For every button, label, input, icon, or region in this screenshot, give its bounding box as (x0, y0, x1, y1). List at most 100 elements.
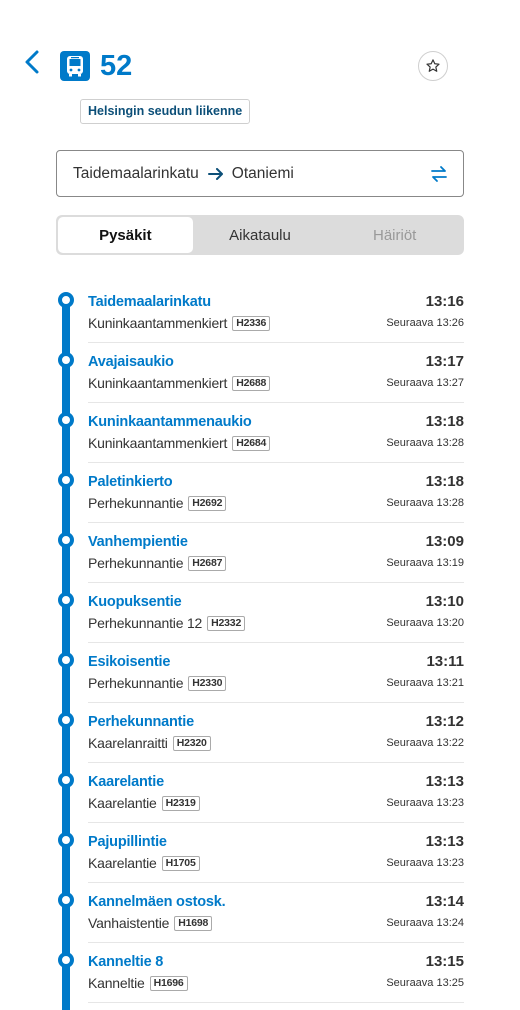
divider (88, 942, 464, 943)
favourite-button[interactable] (418, 51, 448, 81)
divider (88, 462, 464, 463)
stop-marker (58, 352, 74, 368)
stop-address: Kaarelantie (88, 795, 157, 811)
stop-code-badge: H2319 (161, 795, 200, 811)
stop-address: Kaarelantie (88, 855, 157, 871)
departure-time: 13:14 (425, 893, 464, 910)
divider (88, 882, 464, 883)
stop-marker (58, 412, 74, 428)
stop-address-row: Kuninkaantammenkiert H2688 (88, 375, 271, 391)
divider (88, 402, 464, 403)
stop-name[interactable]: Pajupillintie (88, 834, 167, 850)
route-number: 52 (100, 50, 133, 82)
stop-name[interactable]: Esikoisentie (88, 654, 170, 670)
next-departure: Seuraava 13:21 (386, 677, 464, 689)
stop-row[interactable]: Taidemaalarinkatu Kuninkaantammenkiert H23… (0, 290, 520, 350)
tab-disruptions: Häiriöt (373, 226, 417, 244)
next-departure: Seuraava 13:28 (386, 497, 464, 509)
next-departure: Seuraava 13:28 (386, 437, 464, 449)
agency-link[interactable]: Helsingin seudun liikenne (80, 99, 251, 124)
departure-time: 13:11 (426, 653, 464, 670)
stop-address-row: Kanneltie H1696 (88, 975, 188, 991)
star-icon (426, 59, 440, 72)
stop-marker (58, 772, 74, 788)
stop-address-row: Kuninkaantammenkiert H2684 (88, 435, 271, 451)
route-pattern-select[interactable]: Taidemaalarinkatu Otaniemi (56, 150, 464, 197)
stop-marker (58, 472, 74, 488)
departure-time: 13:12 (425, 713, 464, 730)
stop-address: Kuninkaantammenkiert (88, 435, 228, 451)
stop-name[interactable]: Kaarelantie (88, 774, 164, 790)
stop-row[interactable]: Kannelmäen ostosk. Vanhaistentie H1698 13:1… (0, 890, 520, 950)
departure-time: 13:17 (425, 353, 464, 370)
tab-timetable[interactable]: Aikataulu (193, 217, 328, 253)
divider (88, 582, 464, 583)
stop-row[interactable]: Avajaisaukio Kuninkaantammenkiert H2688 13:… (0, 350, 520, 410)
stop-name[interactable]: Kannelmäen ostosk. (88, 894, 226, 910)
stop-code-badge: H2330 (188, 675, 227, 691)
stop-marker (58, 832, 74, 848)
tab-bar: Pysäkit Aikataulu Häiriöt (56, 215, 464, 255)
arrow-right-icon (207, 167, 224, 180)
stop-address: Kuninkaantammenkiert (88, 375, 228, 391)
next-departure: Seuraava 13:23 (386, 857, 464, 869)
divider (88, 702, 464, 703)
stop-marker (58, 952, 74, 968)
stop-row[interactable]: Kanneltie 8 Kanneltie H1696 13:15 Seuraava 1… (0, 950, 520, 1010)
stop-code-badge: H1698 (174, 915, 213, 931)
bus-icon (60, 51, 90, 81)
stop-row[interactable]: Kuninkaantammenaukio Kuninkaantammenkiert… (0, 410, 520, 470)
stop-code-badge: H1696 (149, 975, 188, 991)
next-departure: Seuraava 13:23 (386, 797, 464, 809)
stop-address: Kuninkaantammenkiert (88, 315, 228, 331)
stop-address-row: Vanhaistentie H1698 (88, 915, 213, 931)
next-departure: Seuraava 13:27 (386, 377, 464, 389)
stop-address-row: Perhekunnantie 12 H2332 (88, 615, 246, 631)
tab-stops[interactable]: Pysäkit (58, 217, 193, 253)
back-button[interactable] (20, 48, 46, 78)
stop-name[interactable]: Taidemaalarinkatu (88, 294, 211, 310)
next-departure: Seuraava 13:25 (386, 977, 464, 989)
stop-address-row: Perhekunnantie H2687 (88, 555, 227, 571)
stop-address: Perhekunnantie (88, 555, 184, 571)
stop-name[interactable]: Kuninkaantammenaukio (88, 414, 252, 430)
stop-marker (58, 592, 74, 608)
stop-name[interactable]: Paletinkierto (88, 474, 173, 490)
next-departure: Seuraava 13:22 (386, 737, 464, 749)
stop-code-badge: H2336 (232, 315, 271, 331)
stop-address-row: Kaarelantie H1705 (88, 855, 200, 871)
stop-code-badge: H2687 (188, 555, 227, 571)
stop-address: Perhekunnantie 12 (88, 615, 203, 631)
stop-row[interactable]: Pajupillintie Kaarelantie H1705 13:13 Seuraa… (0, 830, 520, 890)
swap-icon[interactable] (429, 164, 449, 184)
stop-marker (58, 892, 74, 908)
stop-address-row: Kaarelantie H2319 (88, 795, 200, 811)
departure-time: 13:16 (425, 293, 464, 310)
stop-row[interactable]: Paletinkierto Perhekunnantie H2692 13:18 Seu… (0, 470, 520, 530)
stop-address-row: Perhekunnantie H2330 (88, 675, 227, 691)
stop-code-badge: H2332 (207, 615, 246, 631)
stop-address: Perhekunnantie (88, 675, 184, 691)
stop-name[interactable]: Avajaisaukio (88, 354, 174, 370)
stop-row[interactable]: Kuopuksentie Perhekunnantie 12 H2332 13:10 S… (0, 590, 520, 650)
stop-name[interactable]: Kuopuksentie (88, 594, 182, 610)
next-departure: Seuraava 13:24 (386, 917, 464, 929)
stop-row[interactable]: Esikoisentie Perhekunnantie H2330 13:11 Seur… (0, 650, 520, 710)
stop-code-badge: H2692 (188, 495, 227, 511)
stop-row[interactable]: Vanhempientie Perhekunnantie H2687 13:09 Seu… (0, 530, 520, 590)
departure-time: 13:10 (425, 593, 464, 610)
stop-name[interactable]: Kanneltie 8 (88, 954, 163, 970)
chevron-left-icon (25, 50, 39, 74)
divider (88, 342, 464, 343)
next-departure: Seuraava 13:19 (386, 557, 464, 569)
stop-address: Vanhaistentie (88, 915, 170, 931)
stop-name[interactable]: Perhekunnantie (88, 714, 194, 730)
divider (88, 642, 464, 643)
pattern-destination: Otaniemi (231, 164, 294, 182)
stop-row[interactable]: Kaarelantie Kaarelantie H2319 13:13 Seuraava… (0, 770, 520, 830)
stop-row[interactable]: Perhekunnantie Kaarelanraitti H2320 13:12 Se… (0, 710, 520, 770)
stop-marker (58, 712, 74, 728)
stop-name[interactable]: Vanhempientie (88, 534, 188, 550)
stop-address: Perhekunnantie (88, 495, 184, 511)
stop-marker (58, 652, 74, 668)
